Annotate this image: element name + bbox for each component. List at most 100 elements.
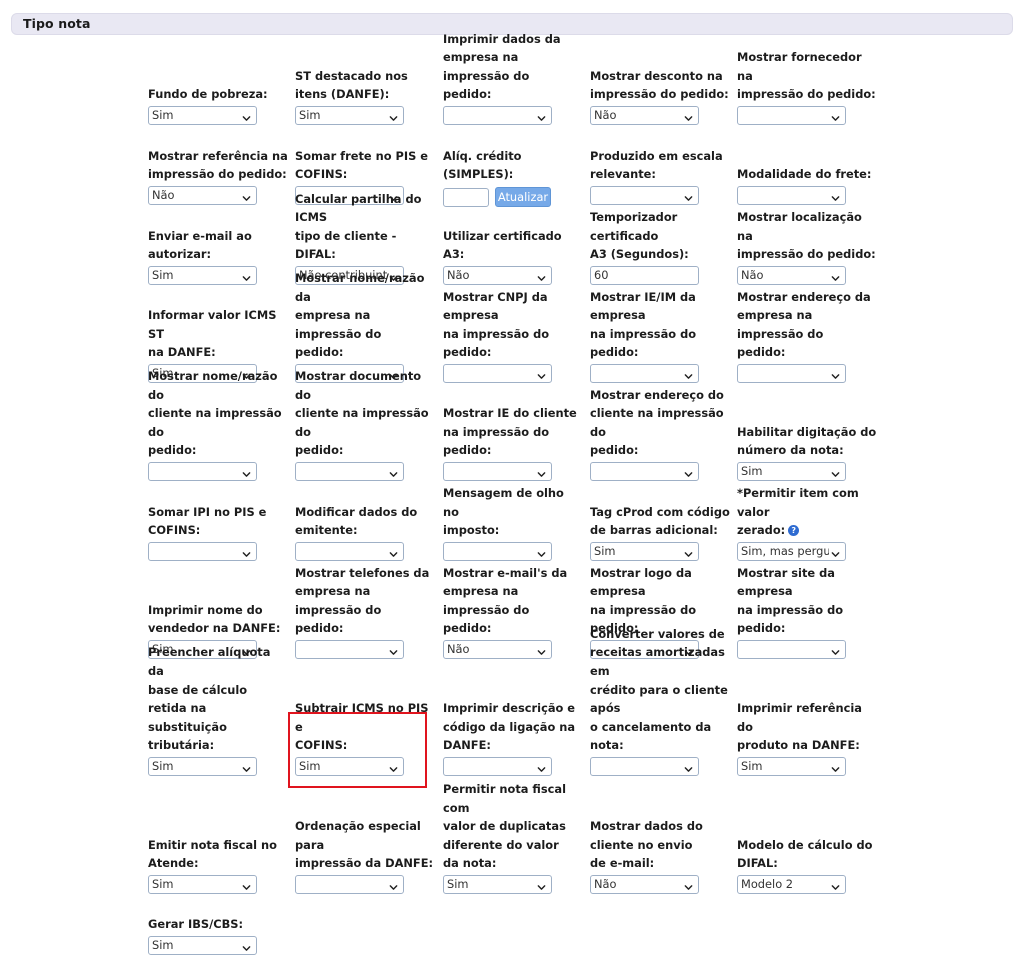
select-mostrar-endereco-da-empresa-na-impressao[interactable] xyxy=(737,364,846,383)
select-mostrar-endereco-do-cliente-na-impressao[interactable] xyxy=(590,462,699,481)
select-mostrar-telefones-da-empresa-na-impressa[interactable] xyxy=(295,640,404,659)
chevron-down-icon xyxy=(242,880,251,890)
select-st-destacado-nos-itens-danfe[interactable]: Sim xyxy=(295,106,404,125)
field-label-text: Temporizador certificado A3 (Segundos): xyxy=(590,210,689,262)
field-label-text: Somar frete no PIS e COFINS: xyxy=(295,148,428,182)
atualizar-button[interactable]: Atualizar xyxy=(495,187,551,207)
chevron-down-icon xyxy=(537,369,546,379)
select-fundo-de-pobreza[interactable]: Sim xyxy=(148,106,257,125)
select-ordenacao-especial-para-impressao-da-dan[interactable] xyxy=(295,875,404,894)
select-imprimir-referencia-do-produto-na-danfe[interactable]: Sim xyxy=(737,757,846,776)
selected-value: Não xyxy=(152,188,175,202)
selected-value: Sim, mas pergunt xyxy=(741,544,829,558)
field-label-text: Fundo de pobreza: xyxy=(148,87,268,102)
select-utilizar-certificado-a3[interactable]: Não xyxy=(443,266,552,285)
selected-value: Sim xyxy=(447,877,469,891)
select-permitir-item-com-valor-zerado[interactable]: Sim, mas pergunt xyxy=(737,542,846,561)
select-tag-cprod-com-codigo-de-barras-adicional[interactable]: Sim xyxy=(590,542,699,561)
select-modelo-de-calculo-do-difal[interactable]: Modelo 2 xyxy=(737,875,846,894)
select-somar-ipi-no-pis-e-cofins[interactable] xyxy=(148,542,257,561)
selected-value: Não xyxy=(447,268,470,282)
chevron-down-icon xyxy=(242,191,251,201)
select-preencher-aliquota-da-base-de-calculo-re[interactable]: Sim xyxy=(148,757,257,776)
select-mostrar-desconto-na-impressao-do-pedido[interactable]: Não xyxy=(590,106,699,125)
field-mostrar-documento-do-cliente-na-impressa: Mostrar documento do cliente na impressã… xyxy=(295,369,435,488)
field-label-text: Imprimir descrição e código da ligação n… xyxy=(443,701,576,753)
select-mostrar-documento-do-cliente-na-impressa[interactable] xyxy=(295,462,404,481)
chevron-down-icon xyxy=(242,271,251,281)
field-temporizador-certificado-a3-segundos: Temporizador certificado A3 (Segundos): 6… xyxy=(590,210,730,292)
select-imprimir-dados-da-empresa-na-impressao-d[interactable] xyxy=(443,106,552,125)
field-label: Mostrar nome/razão da empresa na impress… xyxy=(295,269,435,362)
field-label: *Permitir item com valor zerado:? xyxy=(737,484,877,540)
field-label-text: Mostrar nome/razão do cliente na impress… xyxy=(148,369,282,458)
field-label: Gerar IBS/CBS: xyxy=(148,915,288,934)
field-mostrar-desconto-na-impressao-do-pedido: Mostrar desconto na impressão do pedido:… xyxy=(590,52,730,132)
field-fundo-de-pobreza: Fundo de pobreza: Sim xyxy=(148,52,288,132)
select-mostrar-ie-im-da-empresa-na-impressao-do[interactable] xyxy=(590,364,699,383)
select-permitir-nota-fiscal-com-valor-de-duplic[interactable]: Sim xyxy=(443,875,552,894)
select-mostrar-nome-razao-do-cliente-na-impress[interactable] xyxy=(148,462,257,481)
select-modalidade-do-frete[interactable] xyxy=(737,186,846,205)
select-mostrar-referencia-na-impressao-do-pedid[interactable]: Não xyxy=(148,186,257,205)
field-gerar-ibs-cbs: Gerar IBS/CBS: Sim xyxy=(148,901,288,962)
select-imprimir-descricao-e-codigo-da-ligacao-n[interactable] xyxy=(443,757,552,776)
select-emitir-nota-fiscal-no-atende[interactable]: Sim xyxy=(148,875,257,894)
field-label: Mostrar IE do cliente na impressão do pe… xyxy=(443,404,583,460)
field-label: Imprimir referência do produto na DANFE: xyxy=(737,699,877,755)
chevron-down-icon xyxy=(684,547,693,557)
chevron-down-icon xyxy=(537,271,546,281)
select-mostrar-site-da-empresa-na-impressao-do-[interactable] xyxy=(737,640,846,659)
temporizador-input[interactable]: 60 xyxy=(590,266,699,285)
select-modificar-dados-do-emitente[interactable] xyxy=(295,542,404,561)
field-label-text: Informar valor ICMS ST na DANFE: xyxy=(148,308,277,360)
chevron-down-icon xyxy=(389,467,398,477)
field-mostrar-site-da-empresa-na-impressao-do-: Mostrar site da empresa na impressão do … xyxy=(737,565,877,666)
field-label: Mostrar IE/IM da empresa na impressão do… xyxy=(590,288,730,362)
chevron-down-icon xyxy=(389,547,398,557)
field-label: Imprimir nome do vendedor na DANFE: xyxy=(148,601,288,638)
field-label-text: Enviar e-mail ao autorizar: xyxy=(148,228,252,262)
field-label: Mostrar referência na impressão do pedid… xyxy=(148,147,288,184)
chevron-down-icon xyxy=(537,547,546,557)
chevron-down-icon xyxy=(242,467,251,477)
select-habilitar-digitacao-do-numero-da-nota[interactable]: Sim xyxy=(737,462,846,481)
select-mostrar-dados-do-cliente-no-envio-de-e-m[interactable]: Não xyxy=(590,875,699,894)
selected-value: Sim xyxy=(152,938,174,952)
chevron-down-icon xyxy=(684,467,693,477)
select-converter-valores-de-receitas-amortizada[interactable] xyxy=(590,757,699,776)
field-label: Mostrar nome/razão do cliente na impress… xyxy=(148,367,288,460)
select-mostrar-localizacao-na-impressao-do-pedi[interactable]: Não xyxy=(737,266,846,285)
field-mostrar-ie-im-da-empresa-na-impressao-do: Mostrar IE/IM da empresa na impressão do… xyxy=(590,290,730,390)
field-label: Mostrar endereço do cliente na impressão… xyxy=(590,386,730,460)
field-label-text: Mostrar e-mail's da empresa na impressão… xyxy=(443,565,568,636)
field-st-destacado-nos-itens-danfe: ST destacado nos itens (DANFE): Sim xyxy=(295,52,435,132)
aliq-credito-input[interactable] xyxy=(443,188,489,207)
chevron-down-icon xyxy=(684,880,693,890)
select-mostrar-cnpj-da-empresa-na-impressao-do-[interactable] xyxy=(443,364,552,383)
field-enviar-e-mail-ao-autorizar: Enviar e-mail ao autorizar: Sim xyxy=(148,212,288,292)
select-gerar-ibs-cbs[interactable]: Sim xyxy=(148,936,257,955)
field-label-text: Mostrar site da empresa na impressão do … xyxy=(737,565,844,636)
field-label-text: Mostrar endereço do cliente na impressão… xyxy=(590,387,724,458)
select-enviar-e-mail-ao-autorizar[interactable]: Sim xyxy=(148,266,257,285)
select-mensagem-de-olho-no-imposto[interactable] xyxy=(443,542,552,561)
field-imprimir-dados-da-empresa-na-impressao-d: Imprimir dados da empresa na impressão d… xyxy=(443,32,583,132)
select-subtrair-icms-no-pis-e-cofins[interactable]: Sim xyxy=(295,757,404,776)
select-produzido-em-escala-relevante[interactable] xyxy=(590,186,699,205)
chevron-down-icon xyxy=(242,941,251,951)
field-label-text: Mostrar fornecedor na impressão do pedid… xyxy=(737,50,876,102)
chevron-down-icon xyxy=(831,762,840,772)
selected-value: Sim xyxy=(152,268,174,282)
chevron-down-icon xyxy=(831,369,840,379)
select-mostrar-ie-do-cliente-na-impressao-do-pe[interactable] xyxy=(443,462,552,481)
help-icon[interactable]: ? xyxy=(788,525,800,537)
select-mostrar-e-mail-s-da-empresa-na-impressao[interactable]: Não xyxy=(443,640,552,659)
field-label-text: Imprimir referência do produto na DANFE: xyxy=(737,701,862,753)
field-label: Fundo de pobreza: xyxy=(148,85,288,104)
field-mostrar-dados-do-cliente-no-envio-de-e-m: Mostrar dados do cliente no envio de e-m… xyxy=(590,783,730,901)
chevron-down-icon xyxy=(242,111,251,121)
select-mostrar-fornecedor-na-impressao-do-pedid[interactable] xyxy=(737,106,846,125)
settings-row: Mostrar referência na impressão do pedid… xyxy=(148,132,890,212)
selected-value: Sim xyxy=(594,544,616,558)
